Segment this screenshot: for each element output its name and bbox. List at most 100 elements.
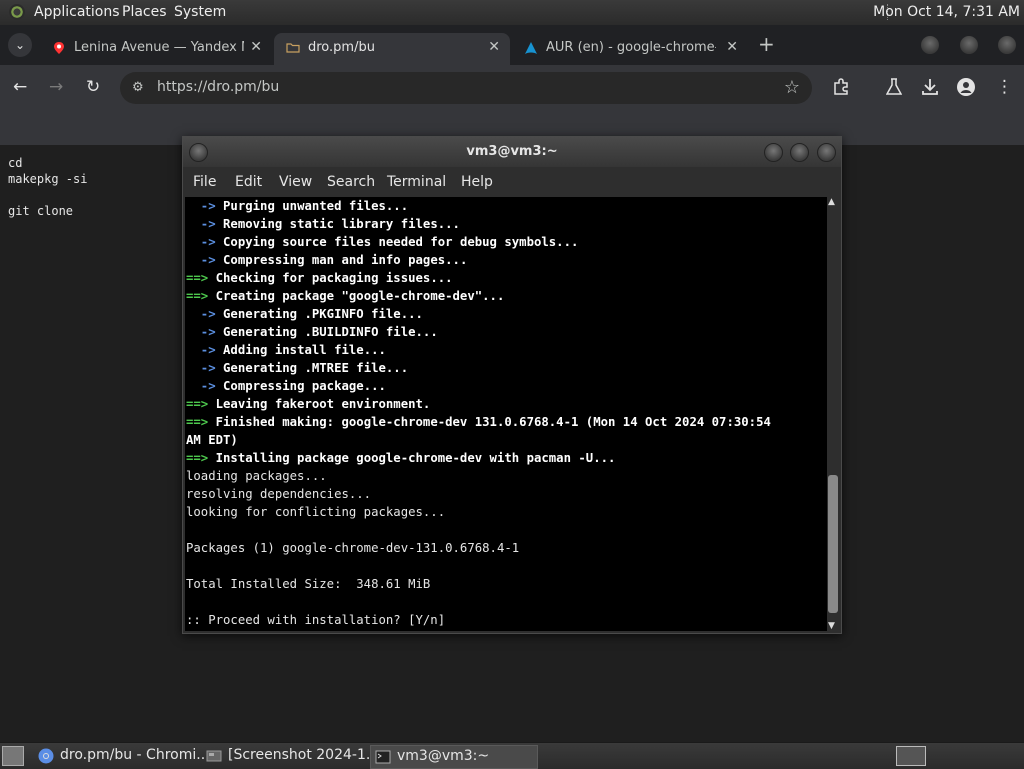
terminal-line: Total Installed Size: 348.61 MiB — [186, 577, 430, 591]
yandex-maps-icon — [54, 42, 64, 54]
terminal-line-text: Installing package google-chrome-dev wit… — [215, 451, 616, 465]
system-menu[interactable]: System — [174, 4, 226, 20]
terminal-line-text: Checking for packaging issues... — [215, 271, 453, 285]
minimize-button[interactable] — [764, 143, 783, 162]
taskbar-item-screenshot[interactable]: [Screenshot 2024-1... — [202, 745, 379, 767]
tab-strip: ⌄ Lenina Avenue — Yandex Ma ✕ dro.pm/bu … — [0, 25, 1024, 65]
terminal-line-prefix: -> — [186, 361, 224, 375]
show-desktop-button[interactable] — [2, 746, 24, 766]
page-text: cd makepkg -si git clone — [8, 155, 87, 219]
applications-menu[interactable]: Applications — [34, 4, 120, 20]
screenshot-icon — [206, 750, 222, 762]
terminal-line-text: looking for conflicting packages... — [186, 505, 446, 519]
tab-yandex-maps[interactable]: Lenina Avenue — Yandex Ma ✕ — [40, 33, 272, 65]
terminal-window: vm3@vm3:~ File Edit View Search Terminal… — [182, 136, 842, 634]
scroll-down-arrow-icon[interactable]: ▼ — [828, 621, 835, 631]
page-line: makepkg -si — [8, 172, 88, 186]
terminal-line-text: Compressing package... — [223, 379, 386, 393]
terminal-line-text: Copying source files needed for debug sy… — [223, 235, 579, 249]
terminal-line: :: Proceed with installation? [Y/n] — [186, 613, 453, 627]
terminal-line-text: Finished making: google-chrome-dev 131.0… — [215, 415, 771, 429]
forward-icon[interactable]: → — [49, 77, 63, 97]
workspace-switcher[interactable] — [896, 746, 926, 766]
menu-search[interactable]: Search — [327, 174, 375, 190]
menu-edit[interactable]: Edit — [235, 174, 262, 190]
terminal-line-prefix: -> — [186, 199, 224, 213]
minimize-button[interactable] — [921, 36, 939, 54]
terminal-line-text: Packages (1) google-chrome-dev-131.0.676… — [186, 541, 520, 555]
terminal-line: ==> Finished making: google-chrome-dev 1… — [186, 415, 771, 429]
tab-title: AUR (en) - google-chrome-d — [546, 40, 716, 55]
scrollbar-thumb[interactable] — [828, 475, 838, 613]
menu-kebab-icon[interactable]: ⋮ — [996, 77, 1013, 97]
tab-title: Lenina Avenue — Yandex Ma — [74, 40, 244, 55]
terminal-line-text: Adding install file... — [223, 343, 386, 357]
top-panel: Applications Places System Mon Oct 14, 7… — [0, 0, 1024, 26]
terminal-line-prefix: ==> — [186, 397, 216, 411]
folder-icon — [286, 43, 300, 53]
bookmark-star-icon[interactable]: ☆ — [784, 77, 800, 98]
taskbar-item-chromium[interactable]: dro.pm/bu - Chromi... — [34, 745, 210, 767]
terminal-text: -> Purging unwanted files... -> Removing… — [186, 197, 771, 629]
menu-terminal[interactable]: Terminal — [387, 174, 446, 190]
terminal-scrollbar[interactable]: ▲ ▼ — [827, 197, 839, 631]
menu-help[interactable]: Help — [461, 174, 493, 190]
terminal-line: looking for conflicting packages... — [186, 505, 445, 519]
close-icon[interactable]: ✕ — [488, 39, 500, 55]
tab-title: dro.pm/bu — [308, 40, 375, 55]
maximize-button[interactable] — [790, 143, 809, 162]
terminal-titlebar[interactable]: vm3@vm3:~ — [183, 137, 841, 167]
download-icon[interactable] — [921, 78, 939, 96]
tab-aur[interactable]: AUR (en) - google-chrome-d ✕ — [512, 33, 748, 65]
terminal-line: AM EDT) — [186, 433, 238, 447]
terminal-line-prefix: ==> — [186, 415, 216, 429]
menu-view[interactable]: View — [279, 174, 312, 190]
terminal-line-prefix: -> — [186, 217, 224, 231]
tab-search-button[interactable]: ⌄ — [8, 33, 32, 57]
arch-linux-icon — [525, 42, 537, 54]
close-window-button[interactable] — [998, 36, 1016, 54]
page-line: git clone — [8, 204, 74, 218]
terminal-line-text: Leaving fakeroot environment. — [215, 397, 431, 411]
reload-icon[interactable]: ↻ — [86, 77, 100, 97]
menu-file[interactable]: File — [193, 174, 216, 190]
terminal-line-prefix: -> — [186, 325, 224, 339]
address-bar[interactable]: ⚙ https://dro.pm/bu ☆ — [120, 72, 812, 104]
terminal-line: -> Generating .MTREE file... — [186, 361, 408, 375]
site-info-icon[interactable]: ⚙ — [132, 80, 144, 95]
profile-avatar-icon[interactable] — [957, 78, 975, 96]
extensions-icon[interactable] — [832, 78, 850, 96]
close-icon[interactable]: ✕ — [726, 39, 738, 55]
new-tab-button[interactable]: + — [758, 32, 775, 56]
taskbar-item-terminal[interactable]: vm3@vm3:~ — [370, 745, 538, 769]
terminal-line-text: Total Installed Size: 348.61 MiB — [186, 577, 431, 591]
terminal-line-prefix: -> — [186, 343, 224, 357]
url-text[interactable]: https://dro.pm/bu — [157, 79, 279, 95]
terminal-line-text: Generating .BUILDINFO file... — [223, 325, 438, 339]
terminal-line: resolving dependencies... — [186, 487, 371, 501]
gnome-foot-icon[interactable] — [9, 4, 25, 20]
close-icon[interactable]: ✕ — [250, 39, 262, 55]
places-menu[interactable]: Places — [122, 4, 167, 20]
labs-flask-icon[interactable] — [886, 78, 902, 96]
clock[interactable]: Mon Oct 14, 7:31 AM — [873, 4, 1020, 20]
scroll-up-arrow-icon[interactable]: ▲ — [828, 197, 835, 207]
back-icon[interactable]: ← — [13, 77, 27, 97]
terminal-icon — [375, 750, 391, 764]
chevron-down-icon: ⌄ — [14, 38, 26, 52]
page-line: cd — [8, 156, 23, 170]
terminal-output[interactable]: -> Purging unwanted files... -> Removing… — [185, 197, 827, 631]
tab-dro-pm[interactable]: dro.pm/bu ✕ — [274, 33, 510, 65]
close-window-button[interactable] — [817, 143, 836, 162]
terminal-line-text: loading packages... — [186, 469, 327, 483]
terminal-title: vm3@vm3:~ — [466, 144, 558, 159]
terminal-line-prefix: ==> — [186, 451, 216, 465]
taskbar-label: dro.pm/bu - Chromi... — [60, 747, 210, 763]
terminal-line-text: Creating package "google-chrome-dev"... — [215, 289, 505, 303]
maximize-button[interactable] — [960, 36, 978, 54]
terminal-line-prefix: ==> — [186, 289, 216, 303]
taskbar-label: vm3@vm3:~ — [397, 748, 490, 764]
terminal-line: -> Compressing man and info pages... — [186, 253, 468, 267]
bottom-taskbar: dro.pm/bu - Chromi... [Screenshot 2024-1… — [0, 742, 1024, 769]
terminal-line-prefix: -> — [186, 379, 224, 393]
